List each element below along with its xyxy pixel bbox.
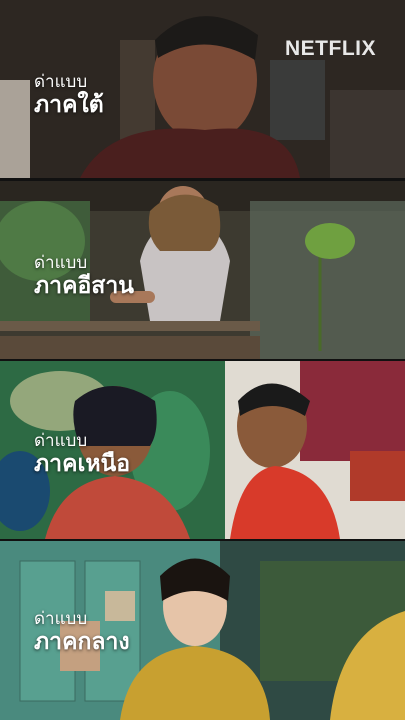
caption-big: ภาคใต้ xyxy=(34,92,104,118)
caption-small: ด่าแบบ xyxy=(34,609,88,629)
netflix-logo: NETFLIX xyxy=(285,37,376,60)
caption-big: ภาคกลาง xyxy=(34,629,130,655)
caption-north: ด่าแบบ ภาคเหนือ xyxy=(34,431,130,477)
caption-small: ด่าแบบ xyxy=(34,431,88,451)
caption-central: ด่าแบบ ภาคกลาง xyxy=(34,609,130,655)
caption-small: ด่าแบบ xyxy=(34,72,88,92)
caption-big: ภาคเหนือ xyxy=(34,451,131,477)
caption-big: ภาคอีสาน xyxy=(34,273,134,299)
panel-north: ด่าแบบ ภาคเหนือ xyxy=(0,361,405,539)
panel-central: ด่าแบบ ภาคกลาง xyxy=(0,541,405,720)
panel-south: NETFLIX ด่าแบบ ภาคใต้ xyxy=(0,0,405,178)
panel-isan: ด่าแบบ ภาคอีสาน xyxy=(0,181,405,359)
caption-south: ด่าแบบ ภาคใต้ xyxy=(34,72,104,118)
caption-isan: ด่าแบบ ภาคอีสาน xyxy=(34,253,134,299)
caption-small: ด่าแบบ xyxy=(34,253,88,273)
